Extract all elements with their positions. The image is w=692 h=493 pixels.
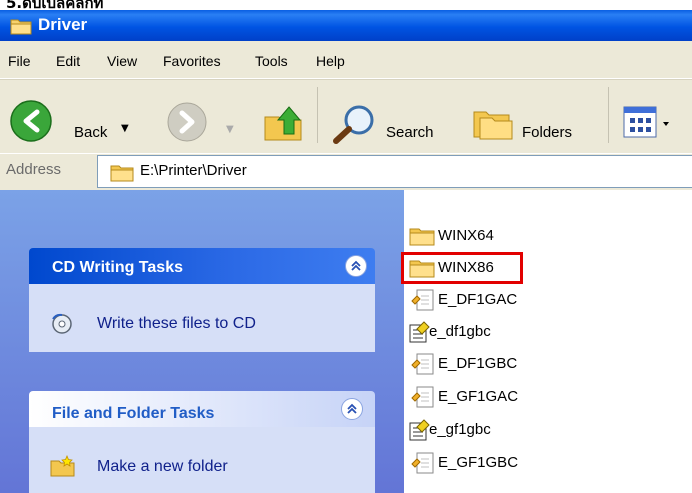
folders-button[interactable]: Folders bbox=[522, 124, 572, 141]
folder-icon bbox=[10, 19, 32, 35]
folders-icon[interactable] bbox=[472, 104, 514, 142]
menu-help[interactable]: Help bbox=[316, 53, 345, 69]
menu-file[interactable]: File bbox=[8, 53, 31, 69]
file-name: e_df1gbc bbox=[429, 323, 491, 340]
address-label: Address bbox=[6, 161, 62, 178]
forward-dropdown-icon: ▼ bbox=[226, 124, 234, 135]
search-icon[interactable] bbox=[332, 104, 378, 144]
views-icon[interactable] bbox=[623, 106, 675, 140]
new-folder-icon bbox=[50, 455, 75, 477]
highlight-box bbox=[401, 252, 523, 284]
back-dropdown-icon[interactable]: ▼ bbox=[121, 123, 129, 134]
menu-tools[interactable]: Tools bbox=[255, 53, 288, 69]
back-label[interactable]: Back bbox=[74, 124, 107, 141]
menu-edit[interactable]: Edit bbox=[56, 53, 80, 69]
list-item[interactable]: WINX64 bbox=[405, 222, 605, 250]
cd-tasks-title: CD Writing Tasks bbox=[52, 259, 183, 276]
setup-info-icon bbox=[411, 386, 434, 408]
collapse-chevron-icon[interactable] bbox=[341, 398, 363, 420]
folder-icon bbox=[409, 228, 435, 246]
menu-bar bbox=[0, 41, 692, 79]
setup-info-icon bbox=[411, 353, 434, 375]
setup-info-icon bbox=[411, 452, 434, 474]
list-item[interactable]: E_GF1GAC bbox=[405, 383, 605, 411]
address-value[interactable]: E:\Printer\Driver bbox=[140, 162, 247, 179]
folder-icon bbox=[110, 165, 134, 182]
menu-view[interactable]: View bbox=[107, 53, 137, 69]
file-folder-tasks-title: File and Folder Tasks bbox=[52, 405, 215, 422]
file-name: WINX64 bbox=[438, 227, 494, 244]
list-item[interactable]: E_DF1GBC bbox=[405, 350, 605, 378]
file-name: E_DF1GBC bbox=[438, 355, 518, 372]
search-button[interactable]: Search bbox=[386, 124, 434, 141]
write-files-to-cd-link[interactable]: Write these files to CD bbox=[97, 315, 256, 333]
title-bar[interactable] bbox=[0, 10, 692, 41]
file-name: E_DF1GAC bbox=[438, 291, 518, 308]
forward-button[interactable] bbox=[166, 101, 208, 143]
list-item[interactable]: E_GF1GBC bbox=[405, 449, 605, 477]
toolbar-separator bbox=[608, 87, 609, 143]
back-arrow-icon bbox=[10, 100, 52, 142]
toolbar-separator bbox=[317, 87, 318, 143]
setup-info-icon bbox=[411, 289, 434, 311]
list-item[interactable]: e_gf1gbc bbox=[405, 416, 605, 444]
cd-write-icon bbox=[52, 313, 72, 334]
window-title: Driver bbox=[38, 15, 88, 34]
list-item[interactable]: E_DF1GAC bbox=[405, 286, 605, 314]
back-button[interactable] bbox=[9, 99, 53, 143]
collapse-chevron-icon[interactable] bbox=[345, 255, 367, 277]
menu-favorites[interactable]: Favorites bbox=[163, 53, 221, 69]
up-folder-button[interactable] bbox=[262, 103, 304, 143]
list-item[interactable]: e_df1gbc bbox=[405, 318, 605, 346]
make-new-folder-link[interactable]: Make a new folder bbox=[97, 458, 228, 476]
file-name: E_GF1GAC bbox=[438, 388, 519, 405]
file-name: e_gf1gbc bbox=[429, 421, 491, 438]
file-name: E_GF1GBC bbox=[438, 454, 519, 471]
